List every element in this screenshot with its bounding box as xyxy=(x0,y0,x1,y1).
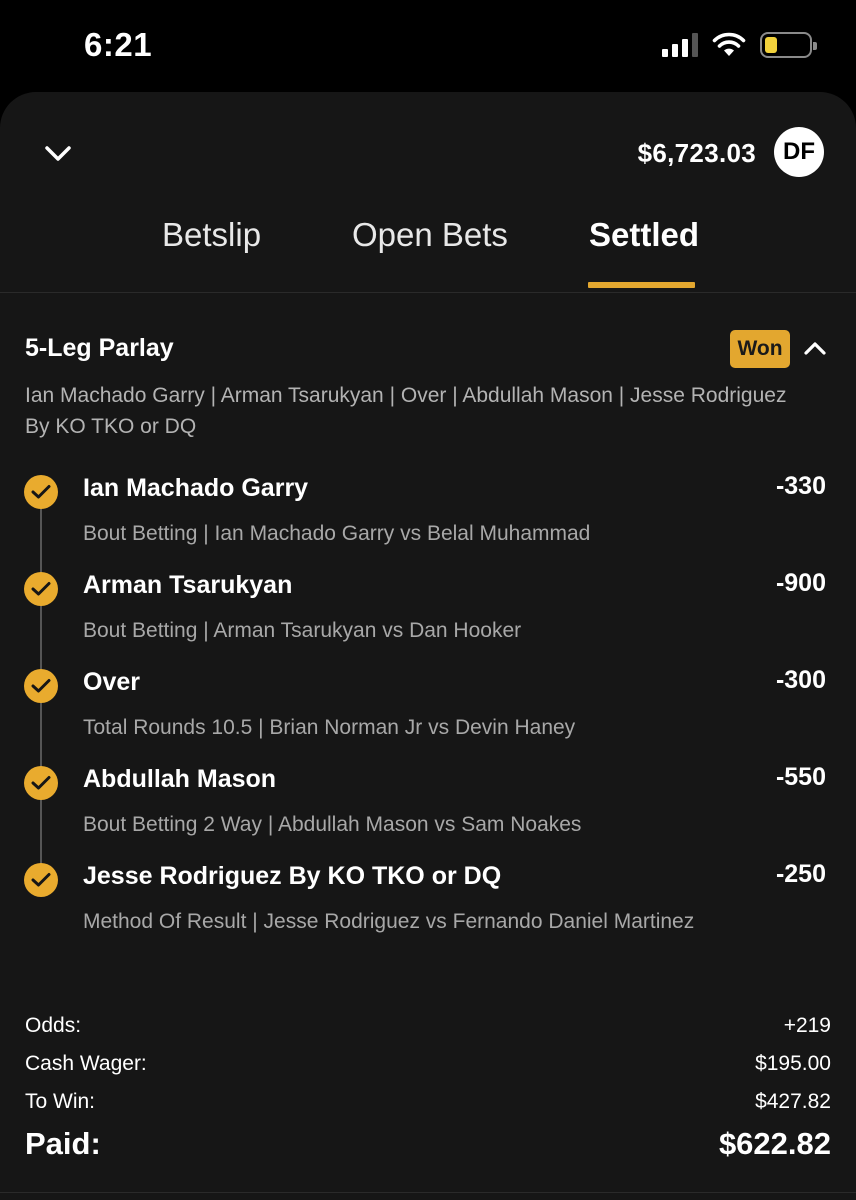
status-icons xyxy=(662,32,817,58)
parlay-title: 5-Leg Parlay xyxy=(25,334,174,362)
leg-market: Total Rounds 10.5 | Brian Norman Jr vs D… xyxy=(83,716,576,739)
divider xyxy=(0,1192,856,1193)
check-icon xyxy=(24,572,58,606)
wifi-icon xyxy=(712,32,746,56)
parlay-summary: Ian Machado Garry | Arman Tsarukyan | Ov… xyxy=(25,384,787,438)
tab-settled[interactable]: Settled xyxy=(589,216,699,254)
leg-selection: Over xyxy=(83,668,140,696)
check-icon xyxy=(24,863,58,897)
parlay-leg: Ian Machado Garry -330 Bout Betting | Ia… xyxy=(0,472,856,569)
leg-market: Bout Betting 2 Way | Abdullah Mason vs S… xyxy=(83,813,582,836)
to-win-value: $427.82 xyxy=(755,1090,831,1113)
parlay-leg: Arman Tsarukyan -900 Bout Betting | Arma… xyxy=(0,569,856,666)
paid-label: Paid: xyxy=(25,1126,101,1161)
leg-market: Bout Betting | Arman Tsarukyan vs Dan Ho… xyxy=(83,619,522,642)
leg-odds: -300 xyxy=(775,666,826,694)
status-badge: Won xyxy=(730,330,790,368)
avatar[interactable]: DF xyxy=(774,127,824,177)
leg-odds: -250 xyxy=(775,860,826,888)
leg-selection: Jesse Rodriguez By KO TKO or DQ xyxy=(83,862,502,890)
leg-market: Bout Betting | Ian Machado Garry vs Bela… xyxy=(83,522,591,545)
status-bar: 6:21 xyxy=(0,0,856,92)
leg-selection: Abdullah Mason xyxy=(83,765,277,793)
battery-icon xyxy=(760,32,817,58)
wager-label: Cash Wager: xyxy=(25,1052,147,1075)
tab-open-bets[interactable]: Open Bets xyxy=(352,216,508,254)
chevron-up-icon[interactable] xyxy=(803,340,827,356)
status-time: 6:21 xyxy=(84,26,153,63)
leg-market: Method Of Result | Jesse Rodriguez vs Fe… xyxy=(83,910,695,933)
bet-sheet: $6,723.03 DF Betslip Open Bets Settled 5… xyxy=(0,92,856,1200)
leg-selection: Ian Machado Garry xyxy=(83,474,309,502)
parlay-leg: Over -300 Total Rounds 10.5 | Brian Norm… xyxy=(0,666,856,763)
check-icon xyxy=(24,669,58,703)
parlay-leg: Jesse Rodriguez By KO TKO or DQ -250 Met… xyxy=(0,860,856,957)
cellular-signal-icon xyxy=(662,33,698,57)
wager-value: $195.00 xyxy=(755,1052,831,1075)
leg-odds: -330 xyxy=(775,472,826,500)
paid-row: Paid: $622.82 xyxy=(25,1126,831,1161)
odds-label: Odds: xyxy=(25,1014,82,1037)
odds-row: Odds: +219 xyxy=(25,1014,831,1046)
tab-betslip[interactable]: Betslip xyxy=(162,216,261,254)
account-balance: $6,723.03 xyxy=(637,138,756,168)
leg-odds: -900 xyxy=(775,569,826,597)
bet-tabs: Betslip Open Bets Settled xyxy=(0,210,856,294)
leg-selection: Arman Tsarukyan xyxy=(83,571,293,599)
check-icon xyxy=(24,475,58,509)
chevron-down-icon[interactable] xyxy=(44,144,72,164)
check-icon xyxy=(24,766,58,800)
odds-value: +219 xyxy=(783,1014,831,1037)
paid-value: $622.82 xyxy=(718,1126,831,1161)
to-win-row: To Win: $427.82 xyxy=(25,1090,831,1122)
parlay-leg: Abdullah Mason -550 Bout Betting 2 Way |… xyxy=(0,763,856,860)
to-win-label: To Win: xyxy=(25,1090,96,1113)
wager-row: Cash Wager: $195.00 xyxy=(25,1052,831,1084)
divider xyxy=(0,292,856,293)
active-tab-indicator xyxy=(588,282,695,288)
leg-odds: -550 xyxy=(775,763,826,791)
